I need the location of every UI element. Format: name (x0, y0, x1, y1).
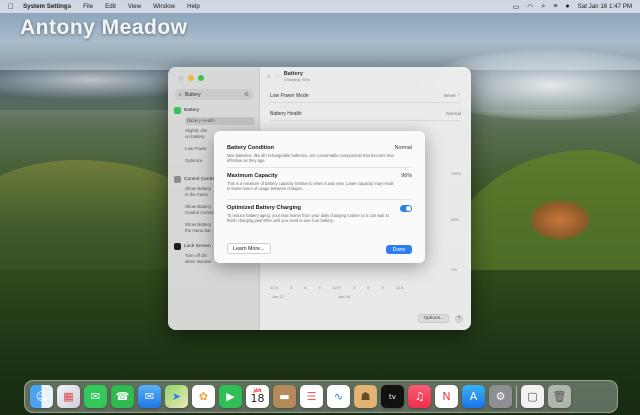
divider (227, 199, 412, 200)
row-label: Low Power Mode (270, 92, 309, 99)
trash-icon[interactable]: 🗑 (548, 385, 571, 408)
battery-condition-value: Normal (394, 145, 412, 151)
launchpad-icon[interactable]: ▦ (57, 385, 80, 408)
menu-clock[interactable]: Sat Jan 16 1:47 PM (578, 3, 632, 10)
forward-icon[interactable]: › (276, 74, 278, 80)
maximum-capacity-label: Maximum Capacity (227, 173, 278, 179)
dock-separator (516, 385, 517, 408)
sidebar-sub-battery-health[interactable]: Battery Health (185, 117, 255, 125)
charging-status: Charging: 98% (283, 77, 311, 82)
notes-folder-icon[interactable]: ▬ (273, 385, 296, 408)
chart-y-label: 100% (450, 171, 461, 176)
low-power-mode-row[interactable]: Low Power Mode Never ⌃ (270, 89, 461, 103)
calendar-day: 18 (250, 391, 265, 405)
reminders-icon[interactable]: ☰ (300, 385, 323, 408)
maps-icon[interactable]: ➤ (165, 385, 188, 408)
dock: ☺ ▦ ✉ ☎ ✉ ➤ ✿ ▶ JAN 18 ▬ ☰ ∿ ☗ tv ♫ N A … (24, 380, 618, 413)
lock-screen-icon (174, 243, 181, 250)
chart-date-label: Jan 17 (272, 294, 285, 299)
facetime-video-icon[interactable]: ▶ (219, 385, 242, 408)
optimized-charging-row: Optimized Battery Charging To reduce bat… (227, 205, 412, 223)
photos-icon[interactable]: ✿ (192, 385, 215, 408)
battery-health-value: Normal (446, 111, 461, 116)
divider (227, 167, 412, 168)
clear-search-icon[interactable]: ⊗ (244, 91, 249, 98)
apple-menu-icon[interactable]:  (8, 2, 14, 11)
battery-health-row[interactable]: Battery Health Normal (270, 107, 461, 121)
search-value: Battery (184, 91, 201, 98)
chart-y-label: 0% (451, 267, 457, 272)
appletv-icon[interactable]: tv (381, 385, 404, 408)
menu-help[interactable]: Help (187, 3, 200, 10)
sidebar-item-battery[interactable]: Battery (174, 107, 256, 114)
battery-status-icon[interactable]: ▭ (513, 3, 520, 11)
control-centre-icon (174, 176, 181, 183)
music-icon[interactable]: ♫ (408, 385, 431, 408)
menu-window[interactable]: Window (153, 3, 175, 10)
optimized-charging-label: Optimized Battery Charging (227, 205, 301, 211)
settings-search-field[interactable]: ⌕ Battery ⊗ (175, 89, 253, 100)
news-icon[interactable]: N (435, 385, 458, 408)
search-icon[interactable]: ⌕ (541, 3, 545, 11)
messages-icon[interactable]: ✉ (84, 385, 107, 408)
row-label: Battery Health (270, 110, 302, 117)
window-controls (178, 75, 204, 81)
freeform-icon[interactable]: ∿ (327, 385, 350, 408)
optimized-charging-toggle[interactable] (400, 205, 412, 212)
maximum-capacity-row: Maximum Capacity 96% This is a measure o… (227, 173, 412, 191)
menu-bar:  System Settings File Edit View Window … (0, 0, 640, 13)
battery-condition-label: Battery Condition (227, 145, 274, 151)
sidebar-item-label: Battery (184, 107, 200, 113)
sidebar-item-label: Lock Screen (184, 243, 211, 249)
chart-date-label: Jan 18 (338, 294, 351, 299)
facetime-icon[interactable]: ☎ (111, 385, 134, 408)
maximum-capacity-desc: This is a measure of battery capacity re… (227, 181, 394, 192)
finder-icon[interactable]: ☺ (30, 385, 53, 408)
back-icon[interactable]: ‹ (268, 74, 270, 80)
mail-icon[interactable]: ✉ (138, 385, 161, 408)
optimized-charging-desc: To reduce battery aging, your Mac learns… (227, 213, 390, 224)
battery-health-sheet: Battery Condition Normal Mac batteries, … (214, 131, 425, 263)
siri-icon[interactable]: ● (565, 3, 569, 10)
desktop-user-name: Antony Meadow (20, 16, 188, 39)
wifi-icon[interactable]: ◠ (527, 3, 533, 11)
low-power-mode-select[interactable]: Never ⌃ (444, 93, 461, 99)
system-settings-icon[interactable]: ⚙ (489, 385, 512, 408)
menu-file[interactable]: File (83, 3, 93, 10)
calendar-icon[interactable]: JAN 18 (246, 385, 269, 408)
close-button[interactable] (178, 75, 184, 81)
search-icon: ⌕ (179, 91, 182, 98)
learn-more-button[interactable]: Learn More... (227, 243, 271, 254)
battery-condition-row: Battery Condition Normal Mac batteries, … (227, 145, 412, 163)
minimize-button[interactable] (188, 75, 194, 81)
contacts-icon[interactable]: ☗ (354, 385, 377, 408)
sidebar-item-label: Control Centre (184, 176, 216, 182)
help-button[interactable]: ? (455, 315, 463, 323)
battery-condition-desc: Mac batteries, like all rechargeable bat… (227, 153, 395, 164)
zoom-button[interactable] (198, 75, 204, 81)
options-button[interactable]: Options... (418, 314, 449, 323)
battery-icon (174, 107, 181, 114)
appstore-icon[interactable]: A (462, 385, 485, 408)
menu-view[interactable]: View (128, 3, 141, 10)
maximum-capacity-value: 96% (401, 173, 412, 179)
menu-app-name[interactable]: System Settings (23, 3, 71, 10)
control-centre-icon[interactable]: ≡ (553, 3, 557, 10)
done-button[interactable]: Done (386, 245, 412, 254)
menu-edit[interactable]: Edit (105, 3, 116, 10)
preview-icon[interactable]: ▢ (521, 385, 544, 408)
chart-time-axis: 12 A3 69 12 P3 69 12 A (270, 285, 404, 290)
pane-header: ‹ › Battery Charging: 98% (268, 71, 310, 82)
chart-y-label: 50% (450, 217, 459, 222)
